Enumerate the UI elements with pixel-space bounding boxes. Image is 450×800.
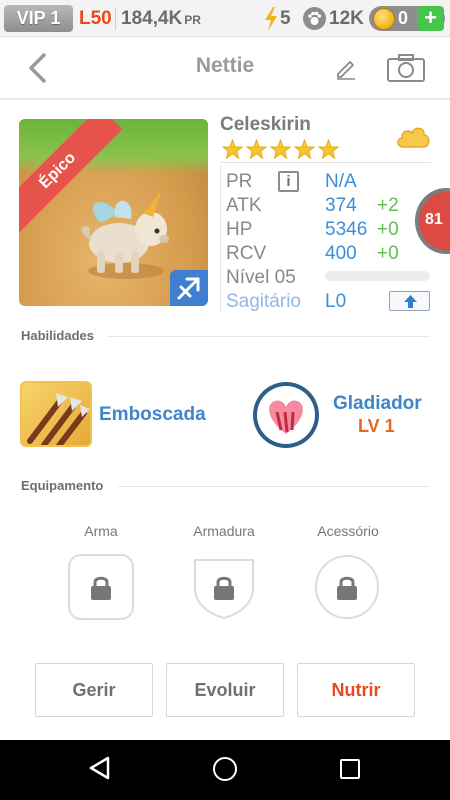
stat-bonus-rcv: +0 xyxy=(377,243,399,264)
stat-label-atk: ATK xyxy=(226,195,262,216)
abilities-section-title: Habilidades xyxy=(21,328,94,343)
level-badge-value: 81 xyxy=(425,211,443,228)
paw-count: 12K xyxy=(329,8,364,29)
sagittarius-icon xyxy=(170,270,208,306)
star-icon xyxy=(270,139,291,160)
arrows-icon xyxy=(27,393,90,445)
pencil-icon[interactable] xyxy=(334,56,358,80)
divider xyxy=(118,486,430,487)
camera-icon[interactable] xyxy=(386,53,426,83)
divider xyxy=(115,7,116,30)
page-title: Nettie xyxy=(195,54,255,77)
player-level: L50 xyxy=(79,8,112,29)
slot-label-armor: Armadura xyxy=(193,523,255,539)
coin-count: 0 xyxy=(398,8,409,28)
zodiac-level: L0 xyxy=(325,291,347,312)
stat-bonus-hp: +0 xyxy=(377,219,399,240)
skill-name[interactable]: Emboscada xyxy=(99,404,206,426)
xp-progress-bar xyxy=(325,271,430,281)
lightning-icon xyxy=(265,7,277,31)
skill-icon[interactable] xyxy=(20,381,92,447)
arrow-up-icon xyxy=(404,295,417,308)
stat-value-atk: 374 xyxy=(325,195,357,216)
stat-value-rcv: 400 xyxy=(325,243,357,264)
gladiator-icon[interactable] xyxy=(253,382,319,448)
zodiac-sign: Sagitário xyxy=(226,291,301,312)
pet-illustration xyxy=(81,191,169,279)
paw-icon xyxy=(303,7,326,30)
nav-home-icon[interactable] xyxy=(213,757,237,781)
slot-label-accessory: Acessório xyxy=(317,523,379,539)
nav-recents-icon[interactable] xyxy=(340,759,360,779)
heart-claw-icon xyxy=(257,386,315,444)
feed-button[interactable]: Nutrir xyxy=(297,663,415,717)
pet-species-name: Celeskirin xyxy=(220,114,311,135)
star-icon xyxy=(318,139,339,160)
manage-button[interactable]: Gerir xyxy=(35,663,153,717)
pet-portrait[interactable]: Épico xyxy=(19,119,208,306)
power-rating-value: 184,4K xyxy=(121,8,183,29)
divider xyxy=(220,162,431,163)
slot-label-weapon: Arma xyxy=(84,523,118,539)
stat-label-pr: PR xyxy=(226,171,253,192)
star-rating xyxy=(222,139,339,161)
info-button[interactable]: i xyxy=(278,171,299,192)
stat-bonus-atk: +2 xyxy=(377,195,399,216)
star-icon xyxy=(246,139,267,160)
divider xyxy=(0,98,450,100)
power-rating: 184,4K PR xyxy=(121,6,201,33)
coin-icon xyxy=(373,8,395,30)
stat-value-pr: N/A xyxy=(325,171,357,192)
upgrade-sign-button[interactable] xyxy=(389,291,430,311)
trait-name[interactable]: Gladiador xyxy=(333,393,422,415)
star-icon xyxy=(294,139,315,160)
lock-icon xyxy=(337,576,357,600)
trait-level: LV 1 xyxy=(358,416,395,436)
pet-detail-screen: VIP 1 L50 184,4K PR 5 12K 0 + Nettie Épic… xyxy=(0,0,450,800)
equipment-section-title: Equipamento xyxy=(21,478,104,493)
star-icon xyxy=(222,139,243,160)
add-coins-button[interactable]: + xyxy=(417,6,444,31)
lock-icon xyxy=(214,576,234,600)
chevron-left-icon[interactable] xyxy=(24,52,52,84)
lock-icon xyxy=(91,576,111,600)
nav-back-icon[interactable] xyxy=(88,755,112,781)
vip-badge[interactable]: VIP 1 xyxy=(4,5,73,32)
stat-label-hp: HP xyxy=(226,219,253,240)
cloud-icon[interactable] xyxy=(395,121,431,151)
divider xyxy=(108,336,430,337)
stat-label-rcv: RCV xyxy=(226,243,267,264)
evolve-button[interactable]: Evoluir xyxy=(166,663,284,717)
stat-value-hp: 5346 xyxy=(325,219,368,240)
pet-level-label: Nível 05 xyxy=(226,267,296,288)
energy-count: 5 xyxy=(280,8,291,29)
power-rating-unit: PR xyxy=(184,13,201,27)
